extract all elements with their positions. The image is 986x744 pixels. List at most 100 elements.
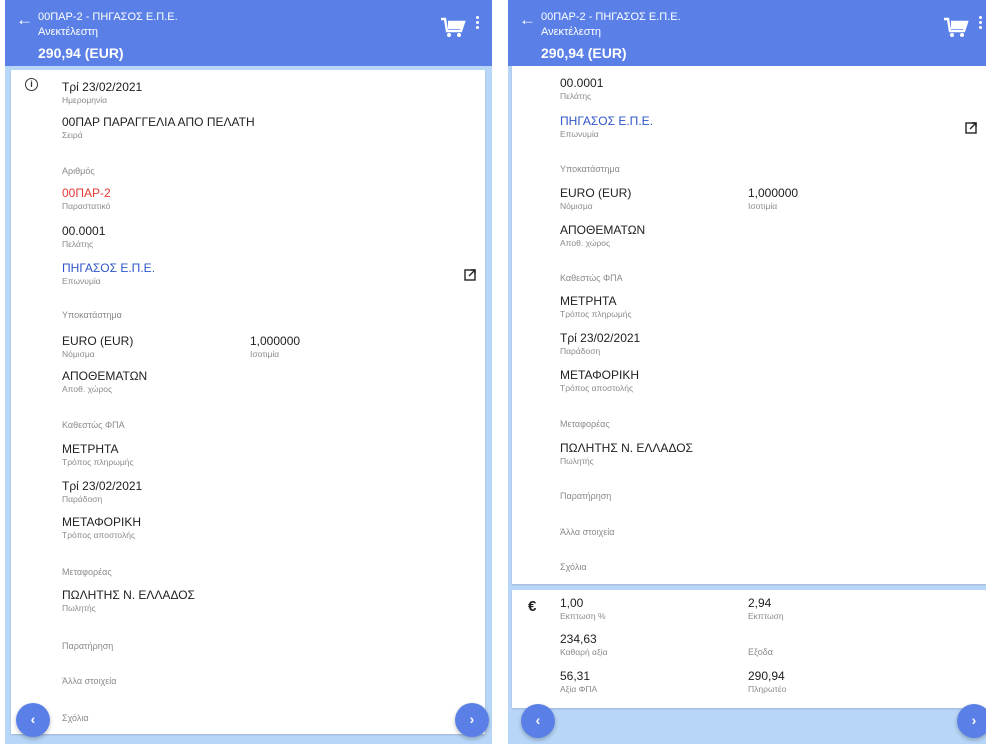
branch-field[interactable]: Υποκατάστημα [62,310,122,321]
shipping-field[interactable]: ΜΕΤΑΦΟΡΙΚΗ Τρόπος αποστολής [62,515,141,541]
remark-field[interactable]: Παρατήρηση [560,491,611,502]
vat-status-field[interactable]: Καθεστώς ΦΠΑ [560,273,623,284]
vat-label: Αξία ΦΠΑ [560,684,598,694]
payable-label: Πληρωτέο [748,684,787,694]
parity-label: Ισοτιμία [250,349,280,359]
comments-field[interactable]: Σχόλια [560,562,587,573]
vat-value: 56,31 [560,669,591,683]
series-label: Σειρά [62,130,83,140]
expenses-label: Εξοδα [748,647,774,657]
series-field[interactable]: 00ΠΑΡ ΠΑΡΑΓΓΕΛΙΑ ΑΠΟ ΠΕΛΑΤΗ Σειρά [62,115,255,141]
open-external-icon[interactable] [965,122,977,134]
name-value: ΠΗΓΑΣΟΣ Ε.Π.Ε. [62,261,156,275]
expenses-field[interactable]: Εξοδα [748,647,773,658]
customer-field[interactable]: 00.0001 Πελάτης [560,76,603,102]
chevron-left-icon: ‹ [30,711,36,727]
vat-status-field[interactable]: Καθεστώς ΦΠΑ [62,420,125,431]
document-status: Ανεκτέλεστη [541,26,601,38]
shipping-field[interactable]: ΜΕΤΑΦΟΡΙΚΗ Τρόπος αποστολής [560,368,639,394]
currency-field[interactable]: EURO (EUR) Νόμισμα [560,186,631,212]
cart-icon[interactable] [943,17,969,39]
more-vert-icon[interactable] [474,14,480,34]
currency-field[interactable]: EURO (EUR) Νόμισμα [62,334,133,360]
comments-field[interactable]: Σχόλια [62,713,89,724]
seller-field[interactable]: ΠΩΛΗΤΗΣ Ν. ΕΛΛΑΔΟΣ Πωλητής [62,588,195,614]
carrier-label: Μεταφορέας [560,419,610,429]
app-bar: ← 00ΠΑΡ-2 - ΠΗΓΑΣΟΣ Ε.Π.Ε. Ανεκτέλεστη 2… [508,0,986,66]
shipping-label: Τρόπος αποστολής [560,383,634,393]
payable-field: 290,94 Πληρωτέο [748,669,786,695]
name-label: Επωνυμία [62,276,101,286]
document-label: Παραστατικό [62,201,111,211]
remark-field[interactable]: Παρατήρηση [62,641,113,652]
shipping-value: ΜΕΤΑΦΟΡΙΚΗ [560,368,640,382]
discount-value: 2,94 [748,596,772,610]
cart-icon[interactable] [440,17,466,39]
more-vert-icon[interactable] [977,14,983,34]
customer-value: 00.0001 [62,224,106,238]
next-button[interactable]: › [957,704,986,738]
carrier-field[interactable]: Μεταφορέας [560,419,610,430]
next-button[interactable]: › [455,703,489,737]
seller-value: ΠΩΛΗΤΗΣ Ν. ΕΛΛΑΔΟΣ [62,588,195,602]
previous-button[interactable]: ‹ [16,703,50,737]
delivery-label: Παράδοση [62,494,103,504]
payment-value: ΜΕΤΡΗΤΑ [560,294,617,308]
chevron-right-icon: › [971,712,977,728]
branch-field[interactable]: Υποκατάστημα [560,164,620,175]
carrier-field[interactable]: Μεταφορέας [62,567,112,578]
net-value: 234,63 [560,632,597,646]
delivery-field[interactable]: Τρί 23/02/2021 Παράδοση [62,479,142,505]
open-external-icon[interactable] [464,269,476,281]
other-field[interactable]: Άλλα στοιχεία [62,676,117,687]
payment-field[interactable]: ΜΕΤΡΗΤΑ Τρόπος πληρωμής [560,294,632,320]
parity-field[interactable]: 1,000000 Ισοτιμία [250,334,300,360]
seller-label: Πωλητής [62,603,96,613]
currency-label: Νόμισμα [62,349,95,359]
warehouse-value: ΑΠΟΘΕΜΑΤΩΝ [560,223,646,237]
back-arrow-icon[interactable]: ← [519,10,536,30]
parity-value: 1,000000 [250,334,301,348]
back-arrow-icon[interactable]: ← [16,10,33,30]
info-icon: i [25,78,38,91]
chevron-left-icon: ‹ [535,712,541,728]
warehouse-field[interactable]: ΑΠΟΘΕΜΑΤΩΝ Αποθ. χώρος [560,223,645,249]
warehouse-value: ΑΠΟΘΕΜΑΤΩΝ [62,369,148,383]
currency-value: EURO (EUR) [62,334,134,348]
other-field[interactable]: Άλλα στοιχεία [560,527,615,538]
euro-icon: € [528,598,537,615]
discount-pct-value: 1,00 [560,596,584,610]
details-card: 00.0001 Πελάτης ΠΗΓΑΣΟΣ Ε.Π.Ε. Επωνυμία … [512,66,986,584]
document-value: 00ΠΑΡ-2 [62,186,111,200]
customer-value: 00.0001 [560,76,604,90]
vat-status-label: Καθεστώς ΦΠΑ [62,420,125,430]
delivery-label: Παράδοση [560,346,601,356]
delivery-value: Τρί 23/02/2021 [560,331,641,345]
chevron-right-icon: › [469,711,475,727]
warehouse-label: Αποθ. χώρος [560,238,611,248]
vat-value-field: 56,31 Αξία ΦΠΑ [560,669,597,695]
name-label: Επωνυμία [560,129,599,139]
delivery-field[interactable]: Τρί 23/02/2021 Παράδοση [560,331,640,357]
warehouse-field[interactable]: ΑΠΟΘΕΜΑΤΩΝ Αποθ. χώρος [62,369,147,395]
previous-button[interactable]: ‹ [521,704,555,738]
parity-label: Ισοτιμία [748,201,778,211]
name-field[interactable]: ΠΗΓΑΣΟΣ Ε.Π.Ε. Επωνυμία [560,114,653,140]
payment-field[interactable]: ΜΕΤΡΗΤΑ Τρόπος πληρωμής [62,442,134,468]
customer-label: Πελάτης [560,91,592,101]
seller-field[interactable]: ΠΩΛΗΤΗΣ Ν. ΕΛΛΑΔΟΣ Πωλητής [560,441,693,467]
warehouse-label: Αποθ. χώρος [62,384,113,394]
date-field: Τρί 23/02/2021 Ημερομηνία [62,80,142,106]
comments-label: Σχόλια [560,562,587,572]
discount-label: Εκπτωση [748,611,784,621]
discount-pct-field[interactable]: 1,00 Εκπτωση % [560,596,606,622]
discount-field[interactable]: 2,94 Εκπτωση [748,596,784,622]
payment-value: ΜΕΤΡΗΤΑ [62,442,119,456]
shipping-label: Τρόπος αποστολής [62,530,136,540]
customer-field[interactable]: 00.0001 Πελάτης [62,224,105,250]
name-field[interactable]: ΠΗΓΑΣΟΣ Ε.Π.Ε. Επωνυμία [62,261,155,287]
parity-field[interactable]: 1,000000 Ισοτιμία [748,186,798,212]
document-title: 00ΠΑΡ-2 - ΠΗΓΑΣΟΣ Ε.Π.Ε. [541,11,681,23]
number-field[interactable]: Αριθμός [62,166,95,177]
carrier-label: Μεταφορέας [62,567,112,577]
